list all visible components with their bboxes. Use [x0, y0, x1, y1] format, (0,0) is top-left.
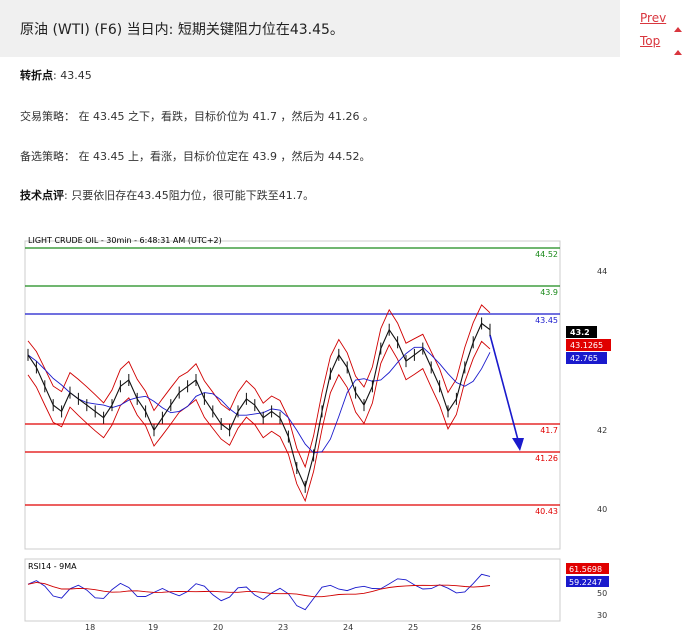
comment-line: 技术点评: 只要依旧存在43.45阻力位，很可能下跌至41.7。 [20, 187, 314, 203]
x-tick-25: 25 [408, 623, 418, 632]
price-pane [24, 240, 561, 550]
x-tick-18: 18 [85, 623, 95, 632]
rsi-pane [24, 558, 561, 622]
prev-arrow-icon[interactable] [674, 27, 682, 32]
rsi-y-tick-50: 50 [597, 589, 607, 598]
alt-strategy-label: 备选策略 [20, 150, 64, 163]
y-tick-42: 42 [597, 426, 607, 435]
price-tag-upper: 43.1265 [570, 341, 603, 350]
rsi-title: RSI14 - 9MA [28, 562, 77, 571]
x-tick-19: 19 [148, 623, 158, 632]
strategy-label: 交易策略 [20, 110, 64, 123]
chart-title: LIGHT CRUDE OIL - 30min - 6:48:31 AM (UT… [28, 236, 222, 245]
x-tick-20: 20 [213, 623, 223, 632]
rsi-tag-rsi: 59.2247 [569, 578, 602, 587]
article-header: 原油 (WTI) (F6) 当日内: 短期关键阻力位在43.45。 [0, 0, 620, 57]
level-label-41-7: 41.7 [540, 426, 558, 435]
y-tick-40: 40 [597, 505, 607, 514]
x-tick-26: 26 [471, 623, 481, 632]
top-arrow-icon[interactable] [674, 50, 682, 55]
level-label-41-26: 41.26 [535, 454, 558, 463]
strategy-text: ： 在 43.45 之下，看跌，目标价位为 41.7 ，然后为 41.26 。 [64, 110, 374, 123]
x-tick-23: 23 [278, 623, 288, 632]
price-tag-last: 43.2 [570, 328, 590, 337]
comment-label: 技术点评 [20, 189, 64, 202]
pivot-value: : 43.45 [53, 69, 92, 82]
side-nav: Prev Top [620, 0, 700, 57]
rsi-tag-ma: 61.5698 [569, 565, 602, 574]
level-label-43-45: 43.45 [535, 316, 558, 325]
alt-strategy-line: 备选策略： 在 43.45 上，看涨，目标价位定在 43.9 ，然后为 44.5… [20, 148, 370, 164]
prev-link[interactable]: Prev [640, 11, 666, 25]
level-label-40-43: 40.43 [535, 507, 558, 516]
alt-strategy-text: ： 在 43.45 上，看涨，目标价位定在 43.9 ，然后为 44.52。 [64, 150, 371, 163]
level-label-44-52: 44.52 [535, 250, 558, 259]
y-tick-44: 44 [597, 267, 607, 276]
page-title: 原油 (WTI) (F6) 当日内: 短期关键阻力位在43.45。 [20, 22, 344, 38]
top-link[interactable]: Top [640, 34, 660, 48]
price-chart: LIGHT CRUDE OIL - 30min - 6:48:31 AM (UT… [24, 236, 611, 632]
level-label-43-9: 43.9 [540, 288, 558, 297]
price-tag-ma: 42.765 [570, 354, 598, 363]
x-tick-24: 24 [343, 623, 353, 632]
pivot-label: 转折点 [20, 69, 53, 82]
rsi-y-tick-30: 30 [597, 611, 607, 620]
comment-text: : 只要依旧存在43.45阻力位，很可能下跌至41.7。 [64, 189, 315, 202]
pivot-line: 转折点: 43.45 [20, 67, 92, 83]
strategy-line: 交易策略： 在 43.45 之下，看跌，目标价位为 41.7 ，然后为 41.2… [20, 108, 374, 124]
